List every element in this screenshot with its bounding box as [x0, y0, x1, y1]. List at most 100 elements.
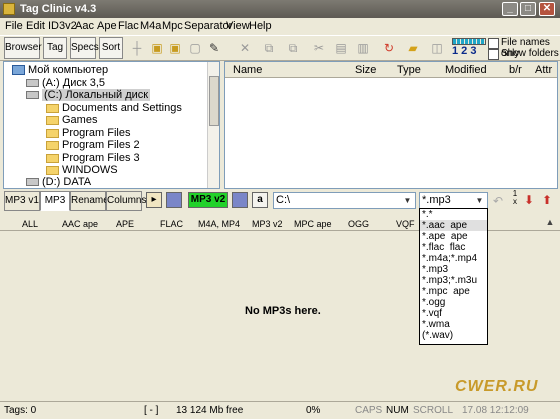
open-folder-icon[interactable]: ▰: [406, 41, 420, 55]
filter-select[interactable]: *.mp3 ▼: [419, 192, 488, 209]
tag-col-all[interactable]: ALL: [22, 219, 38, 229]
list-item[interactable]: *.ape ape: [420, 231, 487, 242]
menu-m4a[interactable]: M4a: [140, 20, 161, 32]
tab-rename[interactable]: Rename: [70, 191, 109, 211]
menu-help[interactable]: Help: [249, 20, 272, 32]
tree-item[interactable]: (D:) DATA: [26, 176, 91, 188]
tag-col-ogg[interactable]: OGG: [348, 219, 369, 229]
tag-col-m4a[interactable]: M4A, MP4: [198, 219, 240, 229]
scroll-up-icon[interactable]: ▲: [543, 215, 557, 229]
list-item[interactable]: (*.wav): [420, 330, 487, 341]
list-item[interactable]: *.wma: [420, 319, 487, 330]
clipboard-icon[interactable]: ▥: [356, 41, 370, 55]
tree-item[interactable]: Games: [46, 114, 97, 126]
open-icon[interactable]: ▸: [146, 192, 162, 208]
tag-col-mp3v2[interactable]: MP3 v2: [252, 219, 283, 229]
undo-icon[interactable]: ↶: [491, 194, 505, 208]
menu-view[interactable]: View: [226, 20, 250, 32]
list-item[interactable]: *.flac flac: [420, 242, 487, 253]
folder-tree[interactable]: Мой компьютер (A:) Диск 3,5 (C:) Локальн…: [3, 61, 220, 189]
scroll-thumb[interactable]: [209, 76, 219, 126]
file-list[interactable]: Name Size Type Modified b/r Attr: [224, 61, 558, 189]
maximize-button[interactable]: □: [520, 2, 536, 16]
tree-item[interactable]: (C:) Локальный диск: [26, 89, 151, 101]
menu-id3v2[interactable]: ID3v2: [48, 20, 77, 32]
col-size[interactable]: Size: [355, 64, 376, 76]
tree-item[interactable]: Program Files 2: [46, 139, 140, 151]
arrow-down-icon[interactable]: ⬇: [522, 193, 536, 207]
menu-edit[interactable]: Edit: [26, 20, 45, 32]
status-scroll: SCROLL: [413, 405, 454, 416]
browser-button[interactable]: Browser: [4, 37, 42, 59]
list-item[interactable]: *.ogg: [420, 297, 487, 308]
edit-icon[interactable]: ✎: [207, 41, 221, 55]
list-item[interactable]: *.vqf: [420, 308, 487, 319]
tag-button[interactable]: Tag: [43, 37, 67, 59]
settings-icon[interactable]: ◫: [430, 41, 444, 55]
col-name[interactable]: Name: [233, 64, 262, 76]
sort-button[interactable]: Sort: [99, 37, 123, 59]
tree-item[interactable]: Мой компьютер: [12, 64, 108, 76]
specs-button[interactable]: Specs: [70, 37, 99, 59]
mp3v2-button[interactable]: MP3 v2: [188, 192, 228, 208]
col-attr[interactable]: Attr: [535, 64, 552, 76]
tab-mp3v1[interactable]: MP3 v1: [4, 191, 40, 211]
tree-item[interactable]: Program Files: [46, 127, 130, 139]
page-numbers[interactable]: 1 2 3: [452, 45, 476, 57]
list-item[interactable]: *.mpc ape: [420, 286, 487, 297]
tag-col-ape[interactable]: APE: [116, 219, 134, 229]
tag-col-aac[interactable]: AAC ape: [62, 219, 98, 229]
chevron-down-icon[interactable]: ▼: [473, 194, 486, 207]
status-bar: Tags: 0 [ - ] 13 124 Mb free 0% CAPS NUM…: [0, 401, 560, 419]
menu-aac[interactable]: Aac: [75, 20, 94, 32]
arrow-up-icon[interactable]: ⬆: [540, 193, 554, 207]
col-modified[interactable]: Modified: [445, 64, 487, 76]
folder-icon: [46, 128, 59, 138]
grid-icon[interactable]: ┼: [130, 41, 144, 55]
list-view-icon[interactable]: [232, 192, 248, 208]
list-item[interactable]: *.*: [420, 209, 487, 220]
list-item[interactable]: *.aac ape: [420, 220, 487, 231]
drive-icon: [26, 91, 39, 100]
minimize-button[interactable]: _: [502, 2, 518, 16]
filter-dropdown-list[interactable]: *.* *.aac ape *.ape ape *.flac flac *.m4…: [419, 208, 488, 345]
menu-mpc[interactable]: Mpc: [162, 20, 183, 32]
list-item[interactable]: *.mp3;*.m3u: [420, 275, 487, 286]
tree-item[interactable]: Documents and Settings: [46, 102, 182, 114]
tag-col-vqf[interactable]: VQF: [396, 219, 415, 229]
chevron-down-icon[interactable]: ▼: [401, 194, 414, 207]
show-folders-checkbox[interactable]: [488, 49, 499, 60]
tree-item[interactable]: Program Files 3: [46, 152, 140, 164]
tab-columns[interactable]: Columns: [106, 191, 146, 211]
one-x-icon[interactable]: 1x: [508, 190, 522, 206]
close-button[interactable]: ✕: [539, 2, 555, 16]
paste-icon[interactable]: ▤: [334, 41, 348, 55]
grid-view-icon[interactable]: [166, 192, 182, 208]
copy-icon[interactable]: ⧉: [262, 41, 276, 55]
list-item[interactable]: *.mp3: [420, 264, 487, 275]
file-names-only-checkbox[interactable]: [488, 38, 499, 49]
folder-icon: [46, 115, 59, 125]
up-folder-icon[interactable]: ▣: [168, 41, 182, 55]
move-icon[interactable]: ⧉: [286, 41, 300, 55]
tag-col-flac[interactable]: FLAC: [160, 219, 183, 229]
col-bitrate[interactable]: b/r: [509, 64, 522, 76]
tree-scrollbar[interactable]: [207, 62, 219, 188]
cut-icon[interactable]: ✂: [312, 41, 326, 55]
menu-file[interactable]: File: [5, 20, 23, 32]
new-folder-icon[interactable]: ▣: [150, 41, 164, 55]
col-type[interactable]: Type: [397, 64, 421, 76]
list-item[interactable]: *.m4a;*.mp4: [420, 253, 487, 264]
refresh-icon[interactable]: ↻: [382, 41, 396, 55]
delete-icon[interactable]: ✕: [238, 41, 252, 55]
a-button[interactable]: a: [252, 192, 268, 208]
tree-item[interactable]: (A:) Диск 3,5: [26, 77, 105, 89]
tree-item[interactable]: WINDOWS: [46, 164, 118, 176]
delete-folder-icon[interactable]: ▢: [188, 41, 202, 55]
path-input[interactable]: C:\ ▼: [273, 192, 416, 209]
tab-mp3[interactable]: MP3: [40, 191, 70, 211]
menu-flac[interactable]: Flac: [118, 20, 139, 32]
status-caps: CAPS: [355, 405, 383, 416]
tag-col-mpc[interactable]: MPC ape: [294, 219, 332, 229]
menu-ape[interactable]: Ape: [97, 20, 117, 32]
